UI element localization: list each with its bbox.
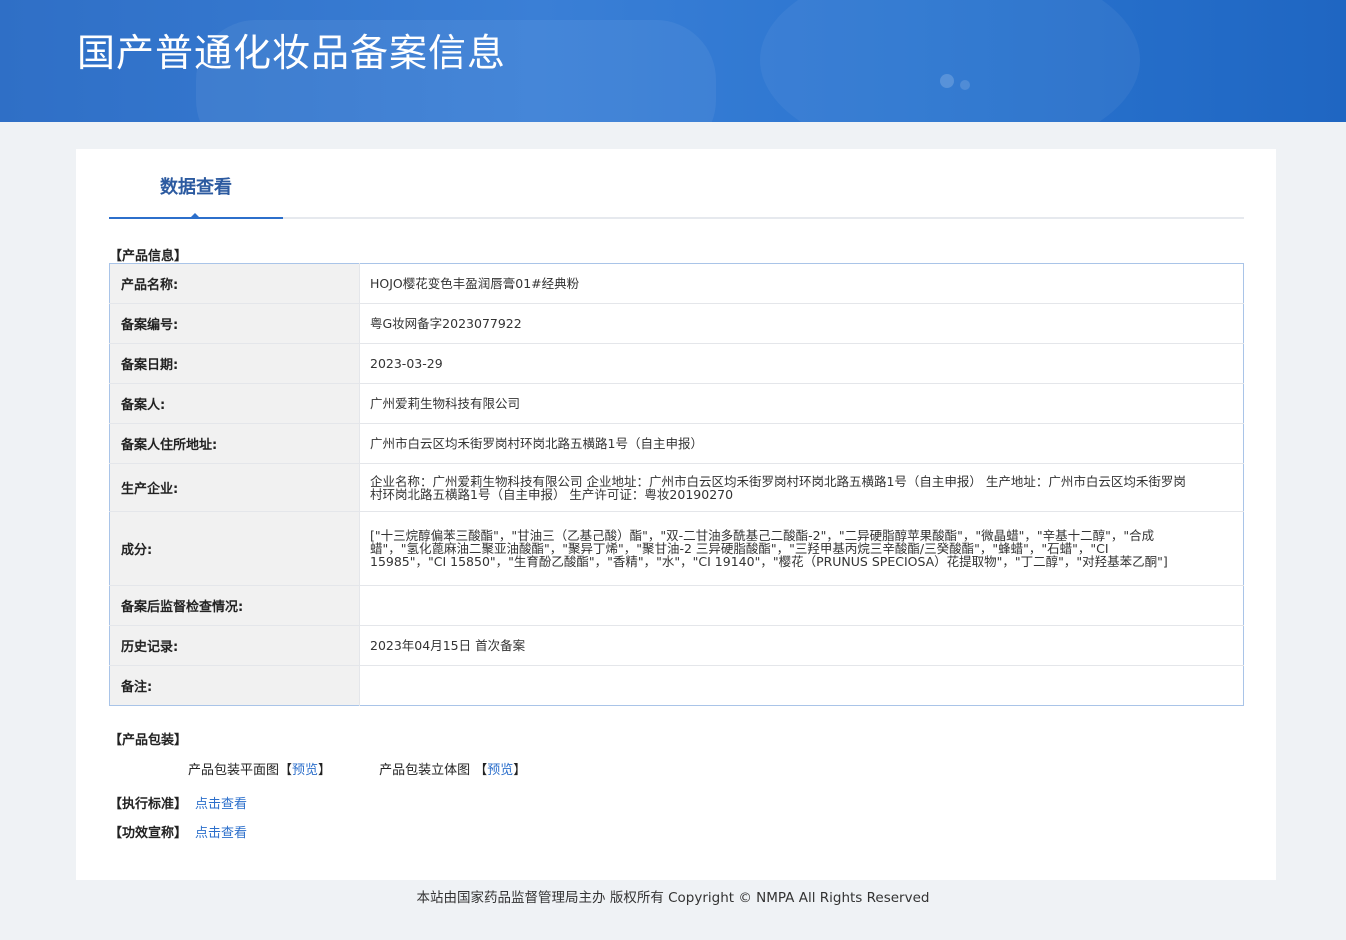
banner-decoration bbox=[760, 0, 1140, 122]
row-label: 备注: bbox=[109, 665, 360, 706]
row-value bbox=[360, 666, 1244, 706]
row-value: 广州市白云区均禾街罗岗村环岗北路五横路1号（自主申报） bbox=[359, 423, 1244, 464]
row-label: 生产企业: bbox=[109, 463, 360, 512]
table-row: 备案人: 广州爱莉生物科技有限公司 bbox=[109, 383, 1244, 424]
packaging-row: 产品包装平面图【预览】 产品包装立体图 【预览】 bbox=[188, 763, 527, 778]
row-value: HOJO樱花变色丰盈润唇膏01#经典粉 bbox=[359, 263, 1244, 304]
row-value: 粤G妆网备字2023077922 bbox=[359, 303, 1244, 344]
efficacy-label: 【功效宣称】 bbox=[109, 826, 188, 841]
row-label: 历史记录: bbox=[109, 625, 360, 666]
row-value bbox=[359, 585, 1244, 626]
standard-label: 【执行标准】 bbox=[109, 797, 188, 812]
packaging-flat-label: 产品包装平面图 bbox=[188, 763, 280, 778]
row-value: 企业名称：广州爱莉生物科技有限公司 企业地址：广州市白云区均禾街罗岗村环岗北路五… bbox=[359, 463, 1244, 512]
row-label: 产品名称: bbox=[109, 263, 360, 304]
tab-bar: 数据查看 bbox=[109, 149, 1244, 219]
packaging-flat-preview-link[interactable]: 预览 bbox=[292, 763, 318, 778]
efficacy-view-link[interactable]: 点击查看 bbox=[195, 826, 247, 841]
efficacy-row: 【功效宣称】 点击查看 bbox=[109, 822, 247, 841]
row-label: 备案日期: bbox=[109, 343, 360, 384]
header-banner: 国产普通化妆品备案信息 bbox=[0, 0, 1346, 122]
row-label: 备案后监督检查情况: bbox=[109, 585, 360, 626]
packaging-solid-preview-link[interactable]: 预览 bbox=[487, 763, 513, 778]
row-label: 备案人住所地址: bbox=[109, 423, 360, 464]
product-info-table: 产品名称: HOJO樱花变色丰盈润唇膏01#经典粉 备案编号: 粤G妆网备字20… bbox=[109, 263, 1244, 706]
tab-label: 数据查看 bbox=[160, 177, 232, 198]
row-value: 2023年04月15日 首次备案 bbox=[359, 625, 1244, 666]
row-label: 成分: bbox=[109, 511, 360, 586]
table-row: 备案人住所地址: 广州市白云区均禾街罗岗村环岗北路五横路1号（自主申报） bbox=[109, 423, 1244, 464]
table-row: 备案编号: 粤G妆网备字2023077922 bbox=[109, 303, 1244, 344]
content-card: 数据查看 【产品信息】 产品名称: HOJO樱花变色丰盈润唇膏01#经典粉 备案… bbox=[76, 149, 1276, 880]
standard-view-link[interactable]: 点击查看 bbox=[195, 797, 247, 812]
banner-dot bbox=[960, 80, 970, 90]
row-label: 备案编号: bbox=[109, 303, 360, 344]
table-row: 成分: ["十三烷醇偏苯三酸酯"，"甘油三（乙基己酸）酯"，"双-二甘油多酰基己… bbox=[109, 511, 1244, 586]
row-value: ["十三烷醇偏苯三酸酯"，"甘油三（乙基己酸）酯"，"双-二甘油多酰基己二酸酯-… bbox=[359, 511, 1244, 586]
page-title: 国产普通化妆品备案信息 bbox=[77, 31, 507, 75]
table-row: 备案后监督检查情况: bbox=[109, 585, 1244, 626]
tab-active-caret-icon bbox=[189, 213, 201, 219]
tab-data-view[interactable]: 数据查看 bbox=[109, 149, 283, 219]
table-row: 历史记录: 2023年04月15日 首次备案 bbox=[109, 625, 1244, 666]
standard-row: 【执行标准】 点击查看 bbox=[109, 793, 247, 812]
row-value: 2023-03-29 bbox=[359, 343, 1244, 384]
table-row: 产品名称: HOJO樱花变色丰盈润唇膏01#经典粉 bbox=[109, 263, 1244, 304]
packaging-solid-label: 产品包装立体图 bbox=[379, 763, 471, 778]
table-row: 备案日期: 2023-03-29 bbox=[109, 343, 1244, 384]
section-title-product-info: 【产品信息】 bbox=[109, 249, 188, 264]
row-value: 广州爱莉生物科技有限公司 bbox=[359, 383, 1244, 424]
banner-dot bbox=[940, 74, 954, 88]
footer-copyright: 本站由国家药品监督管理局主办 版权所有 Copyright © NMPA All… bbox=[416, 890, 930, 906]
section-title-packaging: 【产品包装】 bbox=[109, 733, 188, 748]
table-row: 生产企业: 企业名称：广州爱莉生物科技有限公司 企业地址：广州市白云区均禾街罗岗… bbox=[109, 463, 1244, 512]
table-row: 备注: bbox=[109, 665, 1244, 706]
row-label: 备案人: bbox=[109, 383, 360, 424]
